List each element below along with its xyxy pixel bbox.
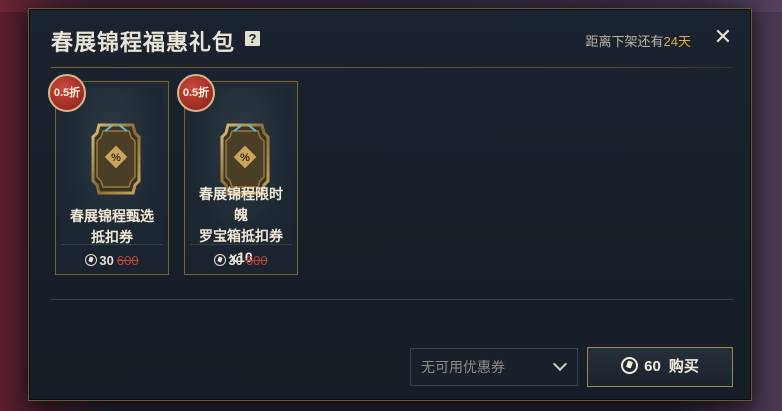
currency-icon <box>621 357 639 374</box>
dialog-title: 春展锦程福惠礼包 <box>51 30 236 55</box>
item-name-line: 春展锦程限时魄 <box>199 186 283 223</box>
countdown-days: 24天 <box>663 34 691 49</box>
countdown-prefix: 距离下架还有 <box>585 34 664 49</box>
price-value: 30 <box>99 253 114 268</box>
countdown-text: 距离下架还有24天 <box>586 31 691 50</box>
item-name-line: 罗宝箱抵扣券 <box>199 228 283 244</box>
original-price: 600 <box>245 253 268 268</box>
original-price: 600 <box>116 253 139 268</box>
bundle-item-card[interactable]: % 春展锦程限时魄 罗宝箱抵扣券 x10 30 600 0.5折 <box>177 74 298 275</box>
chevron-down-icon <box>552 356 568 372</box>
price-value: 30 <box>228 253 243 268</box>
currency-icon <box>214 254 227 266</box>
svg-text:%: % <box>240 152 250 164</box>
coupon-dropdown-value: 无可用优惠券 <box>421 359 505 375</box>
svg-text:%: % <box>111 152 121 164</box>
buy-amount: 60 <box>644 358 661 375</box>
item-price: 30 600 <box>185 253 297 268</box>
help-icon[interactable]: ? <box>245 31 260 46</box>
close-icon[interactable]: ✕ <box>711 25 735 49</box>
header-divider <box>51 67 733 68</box>
footer-divider <box>51 299 733 300</box>
item-name-line: 春展锦程甄选抵扣券 <box>70 208 154 245</box>
coupon-dropdown[interactable]: 无可用优惠券 <box>410 348 578 386</box>
discount-badge: 0.5折 <box>177 74 215 112</box>
discount-ticket-icon: % <box>91 123 141 195</box>
buy-label: 购买 <box>668 358 699 375</box>
currency-icon <box>85 254 98 266</box>
item-price: 30 600 <box>56 253 168 268</box>
bundle-dialog: 春展锦程福惠礼包 ? 距离下架还有24天 ✕ % 春展锦程甄选抵扣券 30 60… <box>28 8 752 401</box>
discount-badge: 0.5折 <box>48 74 86 112</box>
item-image-area: % 春展锦程甄选抵扣券 <box>61 88 163 245</box>
buy-button[interactable]: 60 购买 <box>587 347 733 387</box>
item-name: 春展锦程甄选抵扣券 <box>65 206 159 248</box>
item-image-area: % 春展锦程限时魄 罗宝箱抵扣券 x10 <box>190 88 292 265</box>
bundle-item-card[interactable]: % 春展锦程甄选抵扣券 30 600 0.5折 <box>48 74 169 275</box>
